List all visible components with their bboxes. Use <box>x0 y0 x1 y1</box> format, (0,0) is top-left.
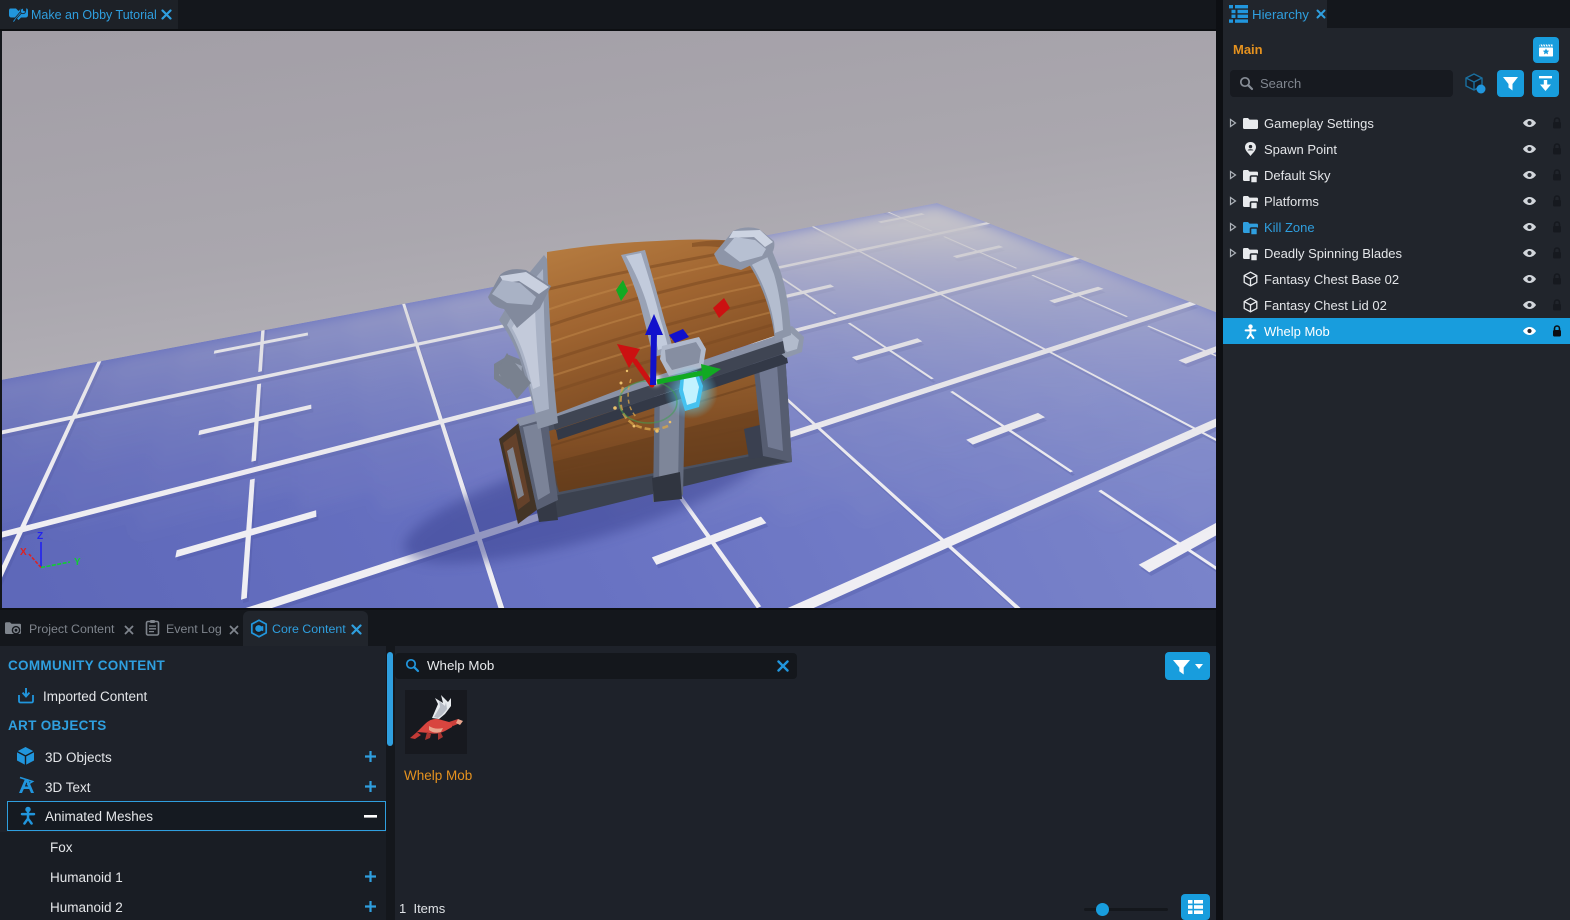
svg-text:X: X <box>20 547 27 558</box>
svg-text:Z: Z <box>37 531 43 542</box>
svg-text:Y: Y <box>74 557 81 568</box>
